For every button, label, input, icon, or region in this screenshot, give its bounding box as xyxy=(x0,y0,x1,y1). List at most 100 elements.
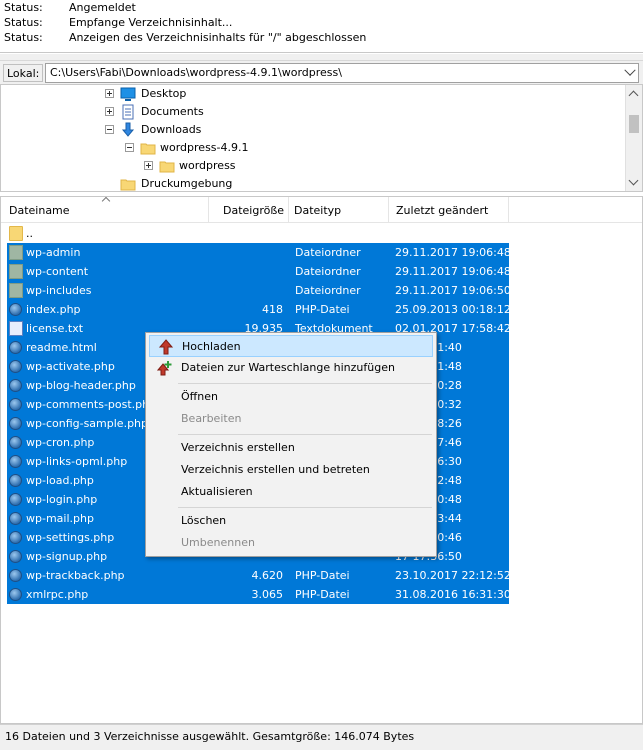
file-name: index.php xyxy=(26,303,81,316)
file-name: wp-comments-post.php xyxy=(26,398,157,411)
collapse-minus-icon[interactable] xyxy=(125,143,134,152)
php-file-icon xyxy=(9,360,22,373)
folder-icon xyxy=(9,245,23,260)
file-name: wp-load.php xyxy=(26,474,94,487)
php-file-icon xyxy=(9,569,22,582)
collapse-minus-icon[interactable] xyxy=(105,125,114,134)
menu-separator xyxy=(178,434,432,435)
tree-item-label[interactable]: wordpress xyxy=(177,157,238,175)
file-row[interactable]: .. xyxy=(7,224,509,243)
status-bar: 16 Dateien und 3 Verzeichnisse ausgewähl… xyxy=(0,724,643,750)
scroll-up-icon[interactable] xyxy=(628,90,639,101)
menu-item-add-to-queue[interactable]: Dateien zur Warteschlange hinzufügen xyxy=(149,357,433,379)
tree-item-label[interactable]: Druckumgebung xyxy=(141,175,232,191)
menu-item-label: Dateien zur Warteschlange hinzufügen xyxy=(181,361,395,374)
php-file-icon xyxy=(9,417,22,430)
column-header-type[interactable]: Dateityp xyxy=(289,197,389,223)
menu-item-label: Aktualisieren xyxy=(181,485,253,498)
tree-item-wordpress-4-9-1[interactable]: wordpress-4.9.1 xyxy=(1,139,621,157)
tree-scrollbar[interactable] xyxy=(625,85,642,191)
tree-item-druckumgebung[interactable]: Druckumgebung xyxy=(1,175,621,191)
file-row[interactable]: xmlrpc.php 3.065 PHP-Datei 31.08.2016 16:31… xyxy=(7,585,511,604)
php-file-icon xyxy=(9,436,22,449)
tree-item-wordpress[interactable]: wordpress xyxy=(1,157,621,175)
file-name: wp-cron.php xyxy=(26,436,95,449)
column-header-name[interactable]: Dateiname xyxy=(1,197,209,223)
file-name: wp-includes xyxy=(26,284,92,297)
file-name: readme.html xyxy=(26,341,97,354)
php-file-icon xyxy=(9,550,22,563)
file-name: wp-signup.php xyxy=(26,550,108,563)
scroll-down-icon[interactable] xyxy=(628,175,639,186)
scroll-thumb[interactable] xyxy=(629,115,639,133)
file-row[interactable]: index.php 418 PHP-Datei 25.09.2013 00:18:12 xyxy=(7,300,511,319)
tree-item-desktop[interactable]: Desktop xyxy=(1,85,621,103)
file-modified: 29.11.2017 19:06:48 xyxy=(395,246,511,259)
local-path-combobox[interactable]: C:\Users\Fabi\Downloads\wordpress-4.9.1\… xyxy=(45,63,639,83)
menu-item-refresh[interactable]: Aktualisieren xyxy=(149,481,433,503)
menu-item-open[interactable]: Öffnen xyxy=(149,386,433,408)
tree-item-documents[interactable]: Documents xyxy=(1,103,621,121)
file-name: wp-config-sample.php xyxy=(26,417,149,430)
tree-item-label[interactable]: Downloads xyxy=(141,121,201,139)
status-log: Status: Angemeldet Status: Empfange Verz… xyxy=(0,0,643,53)
php-file-icon xyxy=(9,531,22,544)
desktop-icon xyxy=(120,87,136,101)
status-message: Angemeldet xyxy=(69,1,136,14)
folder-icon xyxy=(9,226,23,241)
local-path-text[interactable]: C:\Users\Fabi\Downloads\wordpress-4.9.1\… xyxy=(50,64,342,82)
selection-summary: 16 Dateien und 3 Verzeichnisse ausgewähl… xyxy=(5,730,415,743)
file-name: wp-login.php xyxy=(26,493,98,506)
expand-plus-icon[interactable] xyxy=(105,107,114,116)
tree-item-label[interactable]: Documents xyxy=(141,103,204,121)
file-name: wp-admin xyxy=(26,246,81,259)
column-header-modified[interactable]: Zuletzt geändert xyxy=(389,197,509,223)
menu-item-label: Löschen xyxy=(181,514,227,527)
file-modified: 29.11.2017 19:06:48 xyxy=(395,265,511,278)
file-modified: 25.09.2013 00:18:12 xyxy=(395,303,511,316)
php-file-icon xyxy=(9,588,22,601)
php-file-icon xyxy=(9,493,22,506)
column-header-label: Zuletzt geändert xyxy=(396,204,489,217)
php-file-icon xyxy=(9,341,22,354)
file-row[interactable]: wp-trackback.php 4.620 PHP-Datei 23.10.2017… xyxy=(7,566,511,585)
column-header-size[interactable]: Dateigröße xyxy=(209,197,289,223)
expand-plus-icon[interactable] xyxy=(105,89,114,98)
file-size: 4.620 xyxy=(251,569,284,582)
file-name: wp-settings.php xyxy=(26,531,115,544)
file-type: Dateiordner xyxy=(295,284,361,297)
menu-item-upload[interactable]: Hochladen xyxy=(149,335,433,357)
file-row[interactable]: wp-content Dateiordner 29.11.2017 19:06:48 xyxy=(7,262,511,281)
file-type: PHP-Datei xyxy=(295,588,350,601)
menu-item-create-and-enter-directory[interactable]: Verzeichnis erstellen und betreten xyxy=(149,459,433,481)
file-modified: 23.10.2017 22:12:52 xyxy=(395,569,511,582)
local-folder-tree: Desktop Documents Downloads wordpress-4.… xyxy=(0,84,643,192)
add-to-queue-icon xyxy=(157,361,172,376)
status-message: Anzeigen des Verzeichnisinhalts für "/" … xyxy=(69,31,367,44)
sort-ascending-icon xyxy=(101,197,111,206)
expand-plus-icon[interactable] xyxy=(144,161,153,170)
status-message: Empfange Verzeichnisinhalt... xyxy=(69,16,233,29)
folder-icon xyxy=(140,143,156,155)
folder-icon xyxy=(120,179,136,191)
file-name: wp-trackback.php xyxy=(26,569,125,582)
column-header-label: Dateityp xyxy=(294,204,342,217)
menu-item-label: Verzeichnis erstellen xyxy=(181,441,295,454)
folder-icon xyxy=(9,264,23,279)
menu-item-delete[interactable]: Löschen xyxy=(149,510,433,532)
chevron-down-icon[interactable] xyxy=(624,64,636,76)
status-label: Status: xyxy=(4,1,43,14)
file-name: xmlrpc.php xyxy=(26,588,89,601)
upload-arrow-icon xyxy=(158,339,174,355)
file-row[interactable]: wp-admin Dateiordner 29.11.2017 19:06:48 xyxy=(7,243,511,262)
tree-item-label[interactable]: wordpress-4.9.1 xyxy=(160,139,249,157)
tree-item-downloads[interactable]: Downloads xyxy=(1,121,621,139)
file-row[interactable]: wp-includes Dateiordner 29.11.2017 19:06:5… xyxy=(7,281,511,300)
menu-item-create-directory[interactable]: Verzeichnis erstellen xyxy=(149,437,433,459)
menu-item-label: Umbenennen xyxy=(181,536,255,549)
tree-item-label[interactable]: Desktop xyxy=(141,85,186,103)
downloads-icon xyxy=(121,122,135,137)
file-name: wp-activate.php xyxy=(26,360,115,373)
file-type: PHP-Datei xyxy=(295,569,350,582)
menu-item-edit: Bearbeiten xyxy=(149,408,433,430)
